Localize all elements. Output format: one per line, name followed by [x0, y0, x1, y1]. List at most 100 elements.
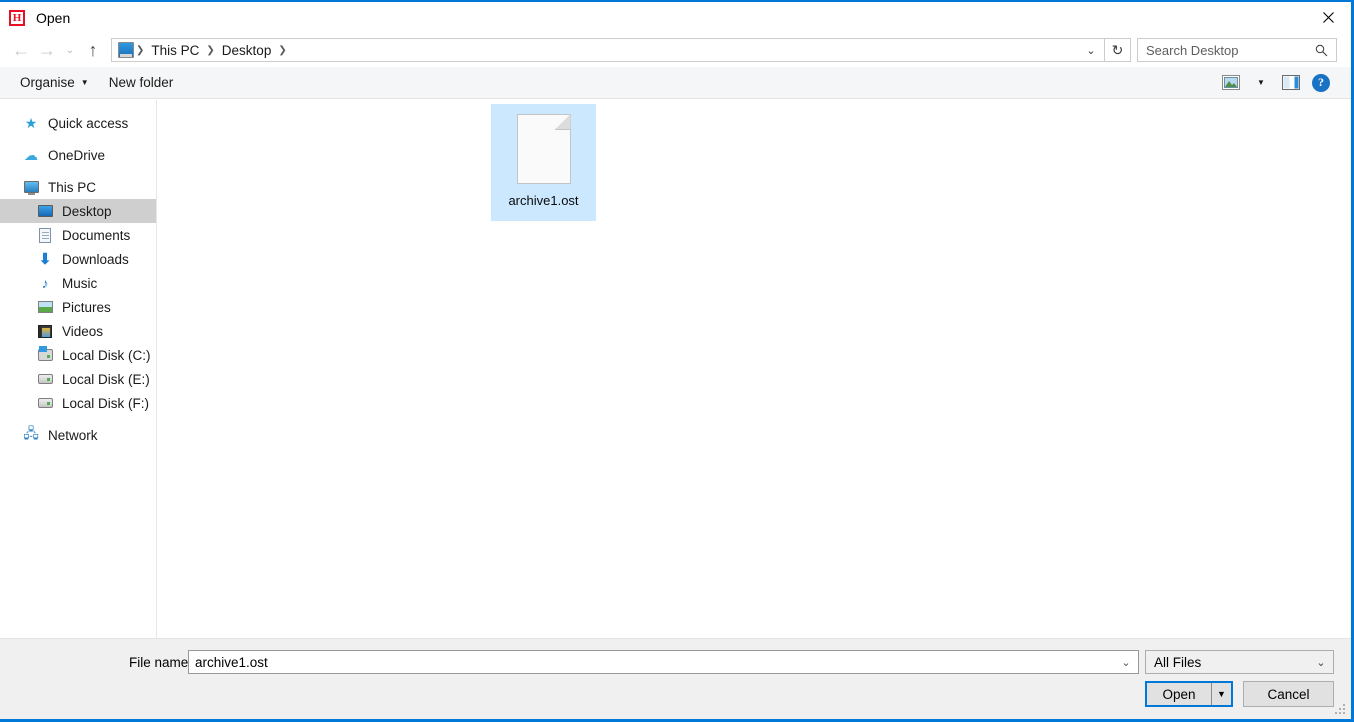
recent-locations-button[interactable]: ⌄ [60, 37, 80, 63]
up-button[interactable]: ↑ [80, 37, 106, 63]
disk-system-icon [36, 346, 54, 363]
breadcrumb-separator: ❯ [136, 44, 145, 56]
sidebar-item-label: This PC [48, 179, 97, 195]
pictures-icon [36, 299, 54, 315]
organise-button[interactable]: Organise ▼ [10, 70, 99, 96]
this-pc-icon [118, 42, 134, 58]
search-icon [1315, 44, 1336, 57]
chevron-down-icon: ⌄ [1316, 656, 1326, 669]
search-box[interactable]: Search Desktop [1137, 38, 1337, 62]
open-dropdown-button[interactable]: ▼ [1211, 683, 1231, 705]
desktop-icon [36, 203, 54, 219]
sidebar-item-label: Music [62, 275, 98, 291]
music-icon: ♪ [41, 275, 49, 291]
downloads-icon: ⬇ [38, 251, 52, 268]
address-bar[interactable]: ❯ This PC ❯ Desktop ❯ ⌄ [111, 38, 1105, 62]
breadcrumb-separator[interactable]: ❯ [276, 45, 288, 56]
navigation-pane: ★ Quick access ☁ OneDrive This PC Deskto… [0, 100, 157, 638]
address-dropdown-icon[interactable]: ⌄ [1078, 39, 1104, 61]
sidebar-item-onedrive[interactable]: ☁ OneDrive [0, 143, 156, 167]
file-type-select[interactable]: All Files ⌄ [1145, 650, 1334, 674]
disk-icon [36, 395, 54, 411]
file-name-value[interactable]: archive1.ost [189, 655, 1114, 670]
cloud-icon: ☁ [24, 146, 38, 163]
file-name-label-text: File name: [129, 654, 193, 670]
generic-file-icon [516, 114, 571, 184]
star-icon: ★ [24, 114, 38, 131]
cancel-button[interactable]: Cancel [1243, 681, 1334, 707]
sidebar-item-label: Local Disk (C:) [62, 347, 151, 363]
monitor-icon [22, 179, 40, 195]
file-type-value: All Files [1154, 654, 1202, 670]
view-options-icon [1222, 75, 1240, 90]
title-bar: H Open [0, 2, 1351, 33]
page-fold [554, 114, 571, 130]
file-name-input[interactable]: archive1.ost ⌄ [188, 650, 1139, 674]
resize-grip[interactable] [1335, 704, 1347, 716]
new-folder-button[interactable]: New folder [99, 70, 184, 96]
refresh-button[interactable]: ↻ [1105, 38, 1131, 62]
dialog-body: ★ Quick access ☁ OneDrive This PC Deskto… [0, 100, 1351, 638]
sidebar-item-label: Local Disk (E:) [62, 371, 150, 387]
sidebar-item-local-disk-e[interactable]: Local Disk (E:) [0, 367, 156, 391]
documents-icon [36, 227, 54, 243]
file-item-archive1[interactable]: archive1.ost [491, 104, 596, 221]
preview-pane-icon [1282, 75, 1300, 90]
sidebar-item-music[interactable]: ♪ Music [0, 271, 156, 295]
sidebar-item-pictures[interactable]: Pictures [0, 295, 156, 319]
breadcrumb-separator: ❯ [206, 44, 215, 56]
sidebar-item-this-pc[interactable]: This PC [0, 175, 156, 199]
chevron-down-icon[interactable]: ⌄ [1114, 656, 1138, 669]
sidebar-item-local-disk-f[interactable]: Local Disk (F:) [0, 391, 156, 415]
network-icon: 🖧 [23, 425, 39, 441]
preview-pane-button[interactable] [1277, 70, 1305, 96]
sidebar-item-label: Desktop [62, 203, 112, 219]
sidebar-item-local-disk-c[interactable]: Local Disk (C:) [0, 343, 156, 367]
file-list-pane[interactable]: archive1.ost [157, 100, 1351, 638]
sidebar-item-label: Videos [62, 323, 104, 339]
breadcrumb-desktop[interactable]: Desktop [217, 43, 277, 58]
file-name-label: archive1.ost [508, 193, 579, 208]
sidebar-item-network[interactable]: 🖧 Network [0, 423, 156, 447]
sidebar-item-downloads[interactable]: ⬇ Downloads [0, 247, 156, 271]
forward-button[interactable]: → [34, 37, 60, 63]
sidebar-item-label: Network [48, 427, 98, 443]
sidebar-item-videos[interactable]: Videos [0, 319, 156, 343]
sidebar-item-desktop[interactable]: Desktop [0, 199, 156, 223]
toolbar-right-group: ▼ ? [1217, 70, 1351, 96]
sidebar-item-label: OneDrive [48, 147, 106, 163]
disk-icon [36, 371, 54, 387]
sidebar-item-quick-access[interactable]: ★ Quick access [0, 111, 156, 135]
sidebar-item-label: Pictures [62, 299, 111, 315]
help-button[interactable]: ? [1307, 70, 1335, 96]
videos-icon [36, 323, 54, 339]
navigation-bar: ← → ⌄ ↑ ❯ This PC ❯ Desktop ❯ ⌄ ↻ Search… [0, 33, 1351, 67]
sidebar-item-label: Local Disk (F:) [62, 395, 150, 411]
open-button-label: Open [1162, 686, 1196, 702]
help-icon: ? [1312, 73, 1330, 92]
dialog-footer: File name: archive1.ost ⌄ All Files ⌄ Op… [0, 638, 1351, 719]
chevron-down-icon: ▼ [1257, 78, 1265, 87]
sidebar-item-label: Downloads [62, 251, 129, 267]
sidebar-item-label: Documents [62, 227, 131, 243]
organise-label: Organise [20, 75, 75, 90]
close-button[interactable] [1305, 2, 1351, 33]
window-title: Open [36, 9, 71, 26]
toolbar: Organise ▼ New folder ▼ ? [0, 67, 1351, 99]
sidebar-item-documents[interactable]: Documents [0, 223, 156, 247]
open-button[interactable]: Open ▼ [1145, 681, 1233, 707]
breadcrumb-this-pc[interactable]: This PC [146, 43, 204, 58]
close-icon [1322, 12, 1334, 23]
chevron-down-icon: ▼ [80, 78, 89, 87]
new-folder-label: New folder [108, 75, 174, 90]
view-options-button[interactable] [1217, 70, 1245, 96]
view-options-caret-button[interactable]: ▼ [1247, 70, 1275, 96]
sidebar-item-label: Quick access [48, 115, 129, 131]
app-icon: H [9, 9, 25, 26]
search-input[interactable]: Search Desktop [1138, 43, 1315, 58]
back-button[interactable]: ← [8, 37, 34, 63]
open-file-dialog: H Open ← → ⌄ ↑ ❯ This PC ❯ Desktop ❯ ⌄ ↻… [0, 0, 1354, 722]
